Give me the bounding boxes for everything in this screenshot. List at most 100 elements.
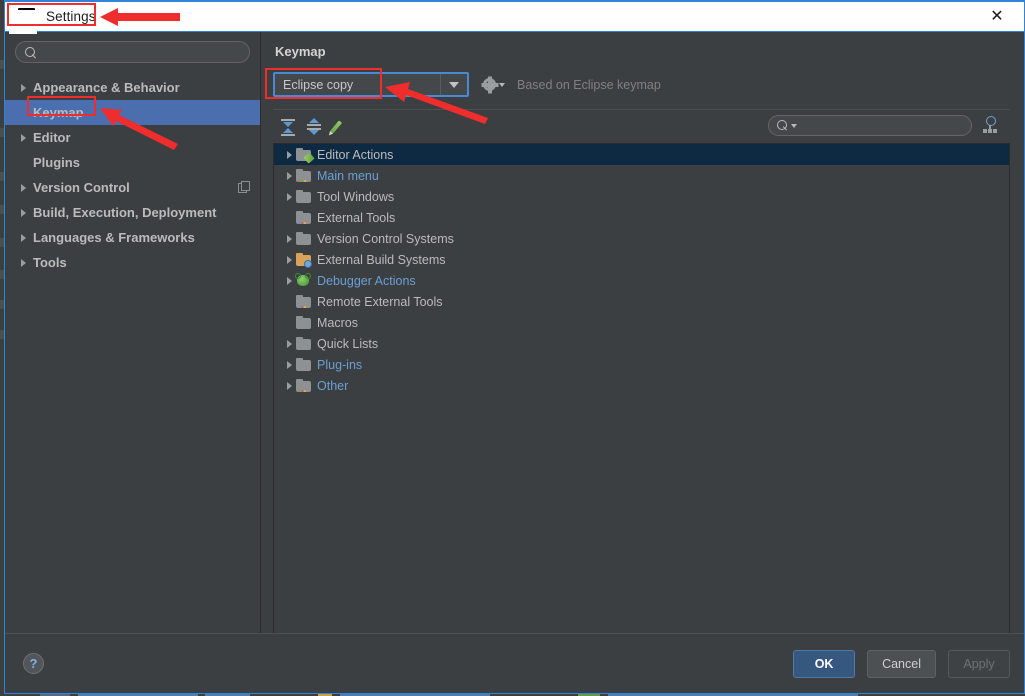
sidebar-item-tools[interactable]: Tools	[5, 250, 260, 275]
keymap-search-wrap	[768, 115, 972, 136]
cancel-button[interactable]: Cancel	[867, 650, 936, 678]
keymap-tree[interactable]: Editor Actions Main menu Tool Windo	[273, 143, 1010, 633]
gear-icon	[483, 78, 496, 91]
folder-tools-icon	[296, 295, 312, 309]
search-input[interactable]	[42, 43, 249, 61]
tree-row[interactable]: Main menu	[274, 165, 1009, 186]
chevron-right-icon[interactable]	[282, 193, 296, 201]
search-icon	[777, 120, 789, 131]
sidebar-item-label: Build, Execution, Deployment	[33, 205, 216, 220]
close-icon[interactable]: ✕	[978, 2, 1016, 31]
tree-row[interactable]: Other	[274, 375, 1009, 396]
tree-row-label: Macros	[317, 316, 358, 330]
ok-button[interactable]: OK	[793, 650, 855, 678]
tree-row[interactable]: External Tools	[274, 207, 1009, 228]
dialog-body: Appearance & Behavior Keymap Editor Plug…	[5, 31, 1024, 633]
sidebar-item-label: Keymap	[33, 105, 84, 120]
keymap-panel: Keymap Eclipse copy Based on Eclipse key…	[261, 32, 1024, 633]
sidebar-item-appearance-behavior[interactable]: Appearance & Behavior	[5, 75, 260, 100]
pencil-icon[interactable]	[329, 117, 351, 137]
folder-icon	[296, 316, 312, 330]
chevron-right-icon	[21, 184, 26, 192]
tree-row-label: Quick Lists	[317, 337, 378, 351]
folder-tools-icon	[296, 211, 312, 225]
chevron-right-icon	[21, 234, 26, 242]
chevron-placeholder-icon	[21, 109, 26, 117]
folder-menu-icon	[296, 169, 312, 183]
sidebar-item-label: Languages & Frameworks	[33, 230, 195, 245]
tree-row[interactable]: Debugger Actions	[274, 270, 1009, 291]
chevron-right-icon	[21, 259, 26, 267]
sidebar-item-label: Version Control	[33, 180, 130, 195]
bug-icon	[296, 274, 312, 288]
chevron-right-icon[interactable]	[282, 361, 296, 369]
tree-row-label: Debugger Actions	[317, 274, 416, 288]
tree-row[interactable]: Editor Actions	[274, 144, 1009, 165]
tree-row-label: Editor Actions	[317, 148, 393, 162]
tree-row-label: External Build Systems	[317, 253, 446, 267]
tree-row[interactable]: Quick Lists	[274, 333, 1009, 354]
tree-row[interactable]: External Build Systems	[274, 249, 1009, 270]
chevron-right-icon[interactable]	[282, 382, 296, 390]
folder-icon	[296, 358, 312, 372]
folder-icon	[296, 337, 312, 351]
chevron-right-icon[interactable]	[282, 235, 296, 243]
find-by-shortcut-icon[interactable]	[981, 115, 1003, 136]
tree-row[interactable]: Plug-ins	[274, 354, 1009, 375]
title-bar: Settings ✕	[5, 2, 1024, 31]
search-icon	[25, 47, 36, 58]
copy-icon	[238, 181, 249, 192]
sidebar-item-label: Tools	[33, 255, 67, 270]
tree-row[interactable]: Tool Windows	[274, 186, 1009, 207]
chevron-right-icon[interactable]	[282, 277, 296, 285]
sidebar-item-keymap[interactable]: Keymap	[5, 100, 260, 125]
chevron-placeholder-icon	[21, 159, 26, 167]
folder-icon	[296, 232, 312, 246]
keymap-combo-box[interactable]: Eclipse copy	[273, 72, 469, 97]
chevron-right-icon[interactable]	[282, 151, 296, 159]
sidebar-list: Appearance & Behavior Keymap Editor Plug…	[5, 71, 260, 633]
chevron-right-icon[interactable]	[282, 172, 296, 180]
chevron-right-icon	[21, 134, 26, 142]
chevron-right-icon	[21, 209, 26, 217]
keymap-search-input[interactable]	[797, 117, 971, 134]
keymap-toolbar	[273, 110, 1010, 143]
sidebar-item-editor[interactable]: Editor	[5, 125, 260, 150]
tree-row-label: Plug-ins	[317, 358, 362, 372]
apply-button: Apply	[948, 650, 1010, 678]
expand-all-icon[interactable]	[277, 117, 299, 137]
keymap-settings-button[interactable]	[483, 78, 505, 91]
page-title: Keymap	[275, 44, 1010, 59]
chevron-right-icon[interactable]	[282, 340, 296, 348]
tree-row-label: Remote External Tools	[317, 295, 443, 309]
sidebar-item-version-control[interactable]: Version Control	[5, 175, 260, 200]
sidebar-search[interactable]	[15, 41, 250, 63]
tree-row-label: Tool Windows	[317, 190, 394, 204]
tree-row-label: Main menu	[317, 169, 379, 183]
tree-row[interactable]: Version Control Systems	[274, 228, 1009, 249]
keymap-selector-row: Eclipse copy Based on Eclipse keymap	[273, 71, 1010, 98]
sidebar-item-languages-frameworks[interactable]: Languages & Frameworks	[5, 225, 260, 250]
sidebar-search-wrap	[5, 32, 260, 71]
chevron-down-icon[interactable]	[441, 74, 467, 95]
screenshot-root: Settings ✕ Appearance & Behavior	[0, 0, 1025, 696]
tree-row-label: Other	[317, 379, 348, 393]
tree-row[interactable]: Remote External Tools	[274, 291, 1009, 312]
chevron-down-icon	[499, 83, 505, 87]
sidebar-item-label: Editor	[33, 130, 71, 145]
keymap-search-field[interactable]	[768, 115, 972, 136]
tree-row-label: Version Control Systems	[317, 232, 454, 246]
folder-icon	[296, 190, 312, 204]
tree-row-label: External Tools	[317, 211, 395, 225]
sidebar-item-label: Plugins	[33, 155, 80, 170]
tree-row[interactable]: Macros	[274, 312, 1009, 333]
sidebar-item-label: Appearance & Behavior	[33, 80, 180, 95]
collapse-all-icon[interactable]	[303, 117, 325, 137]
based-on-label: Based on Eclipse keymap	[517, 78, 661, 92]
intellij-idea-icon	[18, 8, 35, 25]
help-button[interactable]: ?	[23, 653, 44, 674]
chevron-right-icon	[21, 84, 26, 92]
sidebar-item-build-execution-deployment[interactable]: Build, Execution, Deployment	[5, 200, 260, 225]
chevron-right-icon[interactable]	[282, 256, 296, 264]
sidebar-item-plugins[interactable]: Plugins	[5, 150, 260, 175]
